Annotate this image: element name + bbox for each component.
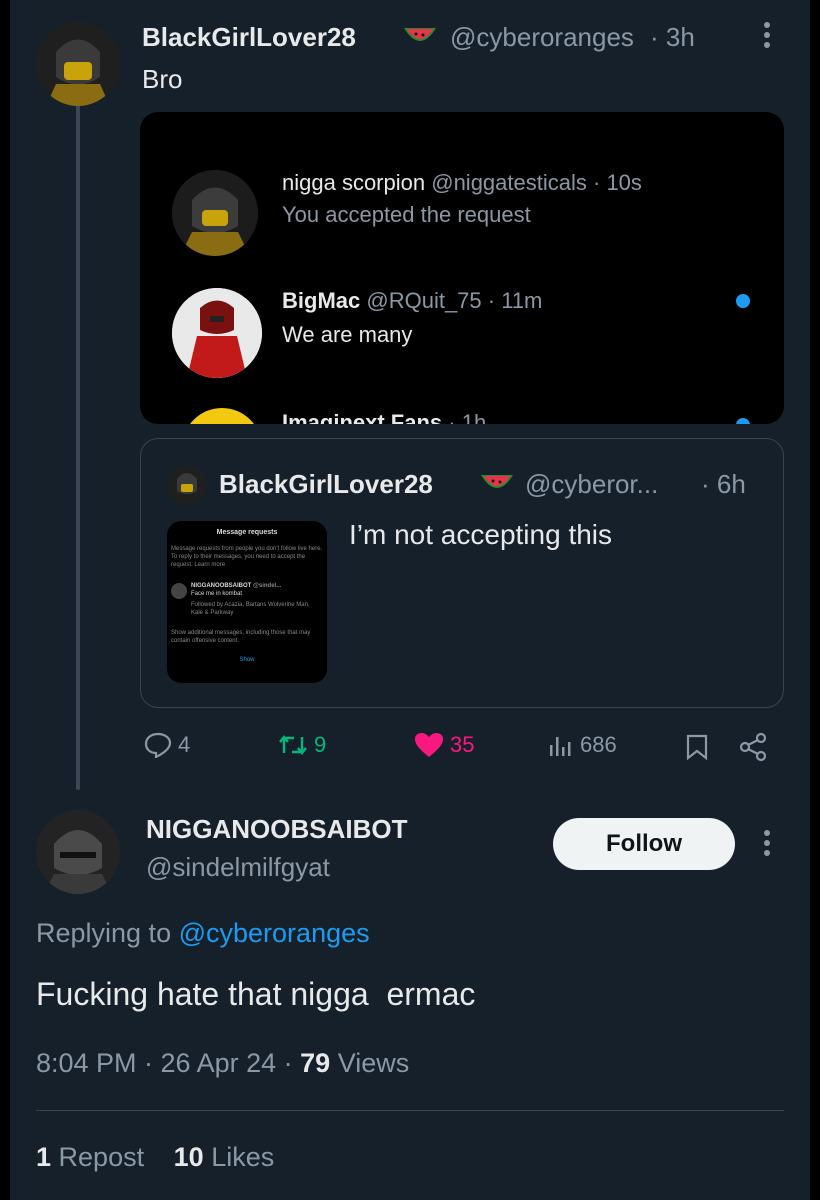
quote-author-name: BlackGirlLover28 [219,469,433,499]
repost-icon [279,735,307,755]
reposts-number: 1 [36,1142,52,1172]
follow-button[interactable]: Follow [553,818,735,870]
quote-time: · 6h [701,469,746,499]
row-avatar [172,170,258,256]
heart-icon [415,733,443,757]
watermelon-icon [402,24,438,55]
unread-dot [736,294,750,308]
author-name[interactable]: BlackGirlLover28 [142,22,356,53]
row-text: We are many [282,322,413,347]
repost-count: 9 [314,732,327,757]
views-button[interactable]: 686 [548,732,617,758]
tweet-time: · 3h [650,22,695,52]
thread-line [76,100,80,790]
replying-to: Replying to @cyberoranges [36,918,370,949]
replying-handle-link[interactable]: @cyberoranges [179,918,370,948]
views-count: 686 [580,732,617,757]
row-avatar [172,288,262,378]
row-time: · 1h [448,410,487,424]
row-text: You accepted the request [282,202,531,227]
likes-number: 10 [173,1142,204,1172]
more-options-icon[interactable] [764,830,770,861]
views-icon [550,737,571,756]
row-avatar [182,408,262,424]
thumb-avatar [171,583,187,599]
share-icon[interactable] [738,732,768,767]
reply-icon [144,732,172,758]
likes-label: Likes [211,1142,275,1172]
reply-author-handle[interactable]: @sindelmilfgyat [146,852,330,883]
author-avatar[interactable] [36,22,120,106]
quote-text: I’m not accepting this [349,519,613,550]
divider [36,1110,784,1111]
thumb-row-handle: @sindel... [253,583,282,589]
likes-stat[interactable]: 10 Likes [174,1142,275,1172]
repost-stat[interactable]: 1 Repost [36,1142,144,1172]
reply-meta: 8:04 PM · 26 Apr 24 · 79 Views [36,1048,409,1079]
engagement-stats: 1 Repost 10 Likes [36,1142,274,1173]
thumb-desc: Message requests from people you don't f… [171,546,323,568]
thumb-row-sub: Followed by Acazia, Bartans Wolverine Ma… [191,602,310,616]
reply-count: 4 [178,732,191,757]
like-button[interactable]: 35 [414,732,474,758]
quoted-tweet[interactable]: BlackGirlLover28 @cyberor... · 6h Messag… [140,438,784,708]
row-time: · 10s [593,170,642,195]
tweet-thread: BlackGirlLover28 @cyberoranges · 3h Bro … [10,0,810,1200]
replying-prefix: Replying to [36,918,172,948]
row-handle: @niggatesticals [431,170,587,195]
author-handle[interactable]: @cyberoranges [450,22,634,53]
tweet-text: Bro [142,64,183,94]
reply-author-name[interactable]: NIGGANOOBSAIBOT [146,814,407,845]
tweet-image[interactable]: nigga scorpion @niggatesticals · 10s You… [140,112,784,424]
row-name: BigMac [282,288,361,313]
reply-author-avatar[interactable] [36,810,120,894]
row-name: Imaginext Fans [282,410,443,424]
quote-avatar [167,465,207,505]
views-label: Views [337,1048,410,1078]
row-time: · 11m [487,288,543,313]
reply-button[interactable]: 4 [144,732,190,758]
views-number: 79 [300,1048,331,1078]
thumb-show: Show [239,657,255,663]
like-count: 35 [450,732,475,757]
unread-dot [736,418,750,424]
thumb-title: Message requests [216,529,278,536]
thumb-row-text: Face me in kombat [191,591,243,597]
row-handle: @RQuit_75 [366,288,482,313]
thumb-row-name: NIGGANOOBSAIBOT [191,583,252,589]
repost-button[interactable]: 9 [278,732,326,758]
reply-text: Fucking hate that nigga ermac [36,976,476,1012]
quote-author-handle: @cyberor... [525,469,659,499]
more-options-icon[interactable] [762,22,772,48]
quote-image[interactable]: Message requests Message requests from p… [167,521,327,683]
thumb-footer: Show additional messages, including thos… [171,630,311,644]
row-name: nigga scorpion [282,170,426,195]
reposts-label: Repost [58,1142,145,1172]
watermelon-icon [479,471,515,502]
bookmark-icon[interactable] [686,734,708,765]
reply-timestamp[interactable]: 8:04 PM · 26 Apr 24 · [36,1048,300,1078]
